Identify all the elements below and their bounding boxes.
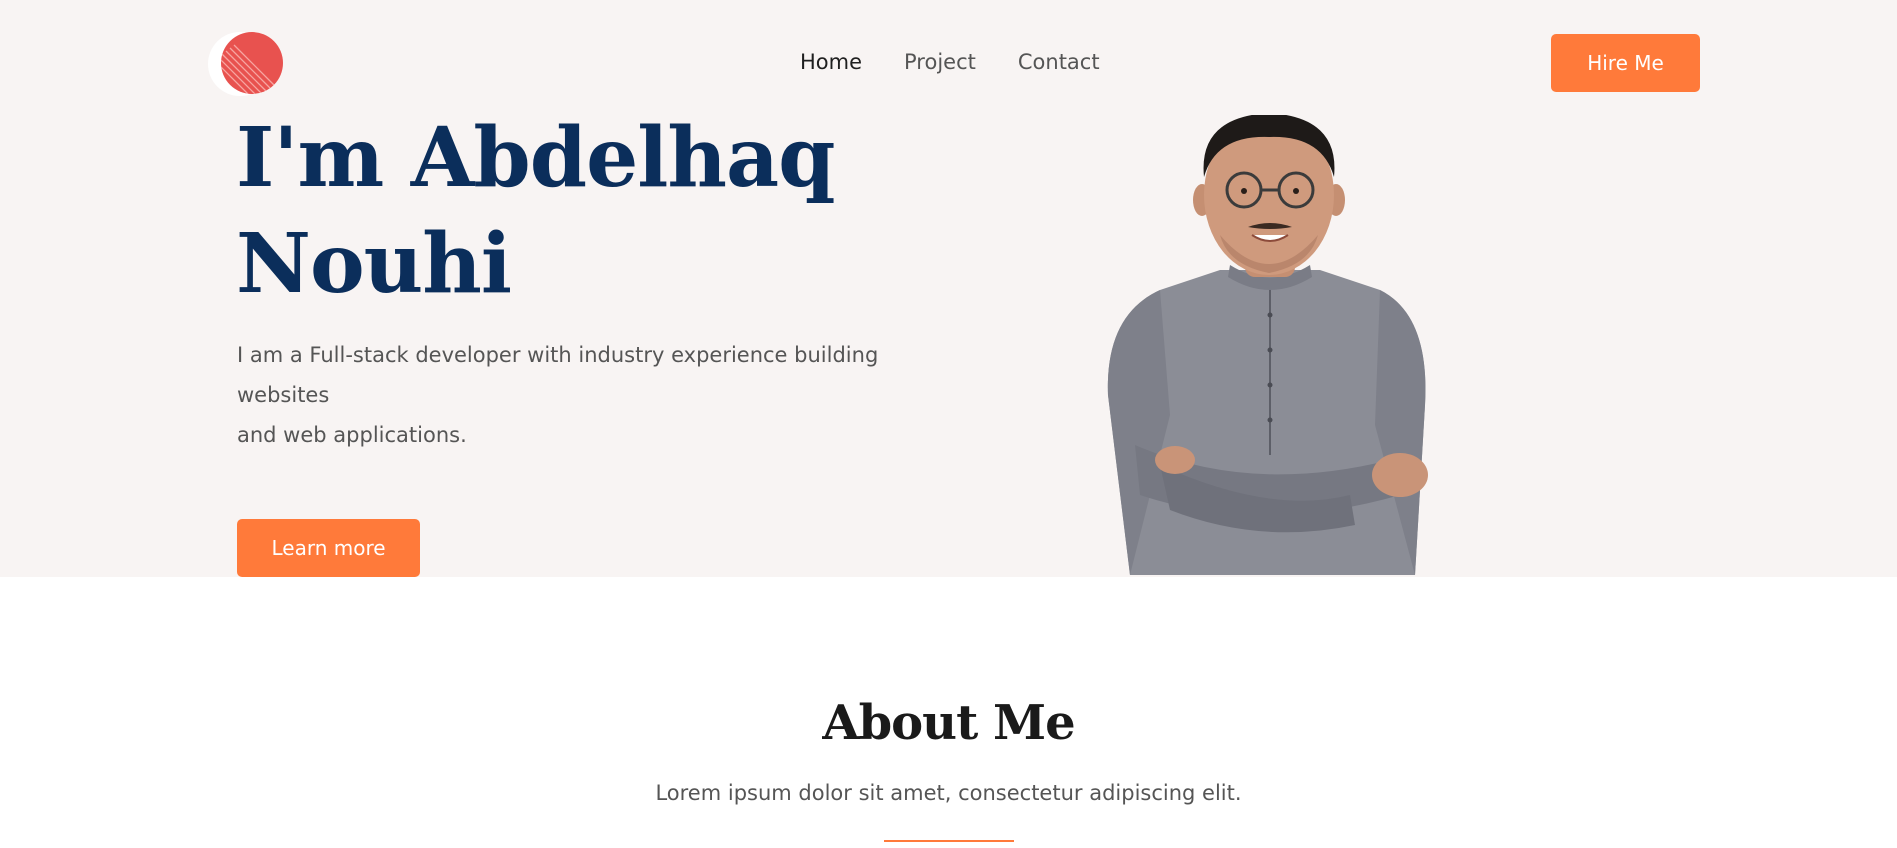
- intro-line-2: and web applications.: [237, 423, 467, 447]
- section-divider: [884, 840, 1014, 842]
- hero-section: Home Project Contact Hire Me I'm Abdelha…: [0, 0, 1897, 577]
- learn-more-button[interactable]: Learn more: [237, 519, 420, 577]
- hire-me-button[interactable]: Hire Me: [1551, 34, 1700, 92]
- nav-link-contact[interactable]: Contact: [1018, 48, 1100, 76]
- headline-line-1: I'm Abdelhaq: [236, 110, 835, 206]
- intro-line-1: I am a Full-stack developer with industr…: [237, 343, 879, 407]
- main-nav: Home Project Contact: [800, 48, 1100, 76]
- hero-intro: I am a Full-stack developer with industr…: [237, 335, 957, 455]
- hero-headline: I'm Abdelhaq Nouhi: [236, 105, 1036, 317]
- nav-link-home[interactable]: Home: [800, 48, 862, 76]
- about-title: About Me: [822, 695, 1075, 751]
- logo-icon[interactable]: [204, 30, 284, 96]
- profile-photo: [1107, 115, 1428, 575]
- headline-line-2: Nouhi: [236, 216, 512, 312]
- nav-link-project[interactable]: Project: [904, 48, 976, 76]
- about-text: Lorem ipsum dolor sit amet, consectetur …: [655, 781, 1242, 805]
